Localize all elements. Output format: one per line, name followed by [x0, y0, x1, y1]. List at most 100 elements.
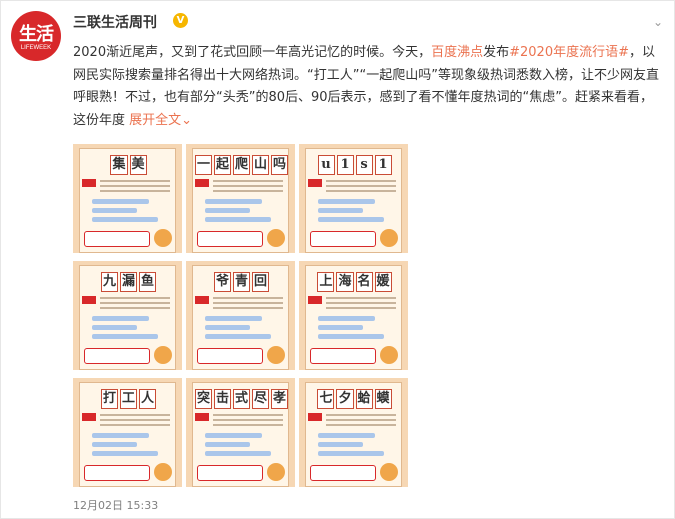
example-bubble [205, 316, 263, 321]
text-line [213, 424, 283, 426]
verified-badge-icon: V [173, 13, 188, 28]
explanation-tag [82, 413, 96, 421]
quote-bubble [197, 348, 263, 364]
text-line [100, 185, 170, 187]
buzzword-character: 上 [317, 272, 335, 292]
buzzword-character: 回 [252, 272, 270, 292]
grid-image-thumbnail[interactable]: 集美 [73, 144, 182, 253]
grid-image-thumbnail[interactable]: 打工人 [73, 378, 182, 487]
buzzword-character: 媛 [374, 272, 392, 292]
example-bubbles-placeholder [318, 433, 400, 460]
grid-image-thumbnail[interactable]: 九漏鱼 [73, 261, 182, 370]
buzzword-character: 集 [110, 155, 128, 175]
grid-image-thumbnail[interactable]: 突击式尽孝 [186, 378, 295, 487]
example-bubble [318, 199, 376, 204]
quote-bubble [310, 231, 376, 247]
explanation-text-placeholder [213, 180, 283, 195]
example-bubble [205, 217, 271, 222]
example-bubble [318, 316, 376, 321]
sticker-icon [154, 229, 172, 247]
example-bubble [205, 451, 271, 456]
explanation-text-placeholder [213, 297, 283, 312]
example-bubble [205, 199, 263, 204]
post-text-segment: 发布 [483, 45, 510, 60]
example-bubble [318, 217, 384, 222]
example-bubbles-placeholder [205, 433, 287, 460]
example-bubble [92, 433, 150, 438]
example-bubble [92, 451, 158, 456]
thumbnail-panel: 爷青回 [192, 265, 289, 370]
explanation-tag [195, 179, 209, 187]
buzzword-character: 名 [355, 272, 373, 292]
thumbnail-panel: 上海名媛 [305, 265, 402, 370]
text-line [213, 185, 283, 187]
post-body: 2020渐近尾声，又到了花式回顾一年高光记忆的时候。今天，百度沸点发布#2020… [73, 42, 661, 132]
text-line [100, 302, 170, 304]
buzzword-character: s [355, 155, 373, 175]
grid-image-thumbnail[interactable]: 爷青回 [186, 261, 295, 370]
hashtag-link[interactable]: #2020年度流行语# [509, 45, 629, 60]
buzzword-character: 海 [336, 272, 354, 292]
text-line [100, 419, 170, 421]
example-bubble [318, 208, 364, 213]
explanation-text-placeholder [100, 180, 170, 195]
thumbnail-panel: u1s1 [305, 148, 402, 253]
author-name[interactable]: 三联生活周刊 [73, 12, 157, 32]
buzzword-character: 夕 [336, 389, 354, 409]
example-bubbles-placeholder [205, 199, 287, 226]
buzzword-character: 式 [232, 389, 250, 409]
buzzword-character: 七 [317, 389, 335, 409]
example-bubble [92, 199, 150, 204]
grid-image-thumbnail[interactable]: 一起爬山吗 [186, 144, 295, 253]
thumbnail-panel: 突击式尽孝 [192, 382, 289, 487]
buzzword-character: 蟆 [374, 389, 392, 409]
author-avatar[interactable]: 生活 LIFEWEEK [11, 11, 61, 61]
buzzword-character: 打 [100, 389, 118, 409]
buzzword-character: 击 [213, 389, 231, 409]
buzzword-character: 起 [213, 155, 231, 175]
more-options-chevron-icon[interactable]: ⌄ [651, 15, 665, 29]
example-bubbles-placeholder [92, 433, 174, 460]
text-line [213, 419, 283, 421]
buzzword-character: 爷 [213, 272, 231, 292]
explanation-tag [308, 179, 322, 187]
quote-bubble [84, 348, 150, 364]
example-bubbles-placeholder [92, 316, 174, 343]
explanation-tag [308, 413, 322, 421]
buzzword-title: 上海名媛 [306, 270, 403, 292]
text-line [100, 414, 170, 416]
weibo-post-card: 生活 LIFEWEEK 三联生活周刊 V ⌄ 2020渐近尾声，又到了花式回顾一… [0, 0, 675, 519]
grid-image-thumbnail[interactable]: 上海名媛 [299, 261, 408, 370]
text-line [100, 424, 170, 426]
thumbnail-panel: 七夕蛤蟆 [305, 382, 402, 487]
buzzword-character: 1 [374, 155, 392, 175]
explanation-tag [308, 296, 322, 304]
sticker-icon [154, 463, 172, 481]
text-line [326, 185, 396, 187]
quote-bubble [310, 348, 376, 364]
example-bubble [205, 433, 263, 438]
post-timestamp[interactable]: 12月02日 15:33 [73, 497, 158, 513]
expand-full-text-link[interactable]: 展开全文⌄ [129, 113, 192, 128]
explanation-tag [195, 413, 209, 421]
grid-image-thumbnail[interactable]: u1s1 [299, 144, 408, 253]
explanation-text-placeholder [100, 297, 170, 312]
buzzword-character: 工 [119, 389, 137, 409]
mention-link[interactable]: 百度沸点 [431, 45, 483, 60]
thumbnail-panel: 一起爬山吗 [192, 148, 289, 253]
text-line [100, 307, 170, 309]
thumbnail-panel: 九漏鱼 [79, 265, 176, 370]
quote-bubble [84, 465, 150, 481]
grid-image-thumbnail[interactable]: 七夕蛤蟆 [299, 378, 408, 487]
example-bubble [205, 325, 251, 330]
text-line [326, 419, 396, 421]
example-bubble [318, 433, 376, 438]
text-line [213, 297, 283, 299]
buzzword-title: 七夕蛤蟆 [306, 387, 403, 409]
buzzword-character: 孝 [271, 389, 289, 409]
buzzword-character: u [317, 155, 335, 175]
explanation-text-placeholder [326, 414, 396, 429]
text-line [213, 180, 283, 182]
example-bubble [205, 442, 251, 447]
sticker-icon [267, 463, 285, 481]
